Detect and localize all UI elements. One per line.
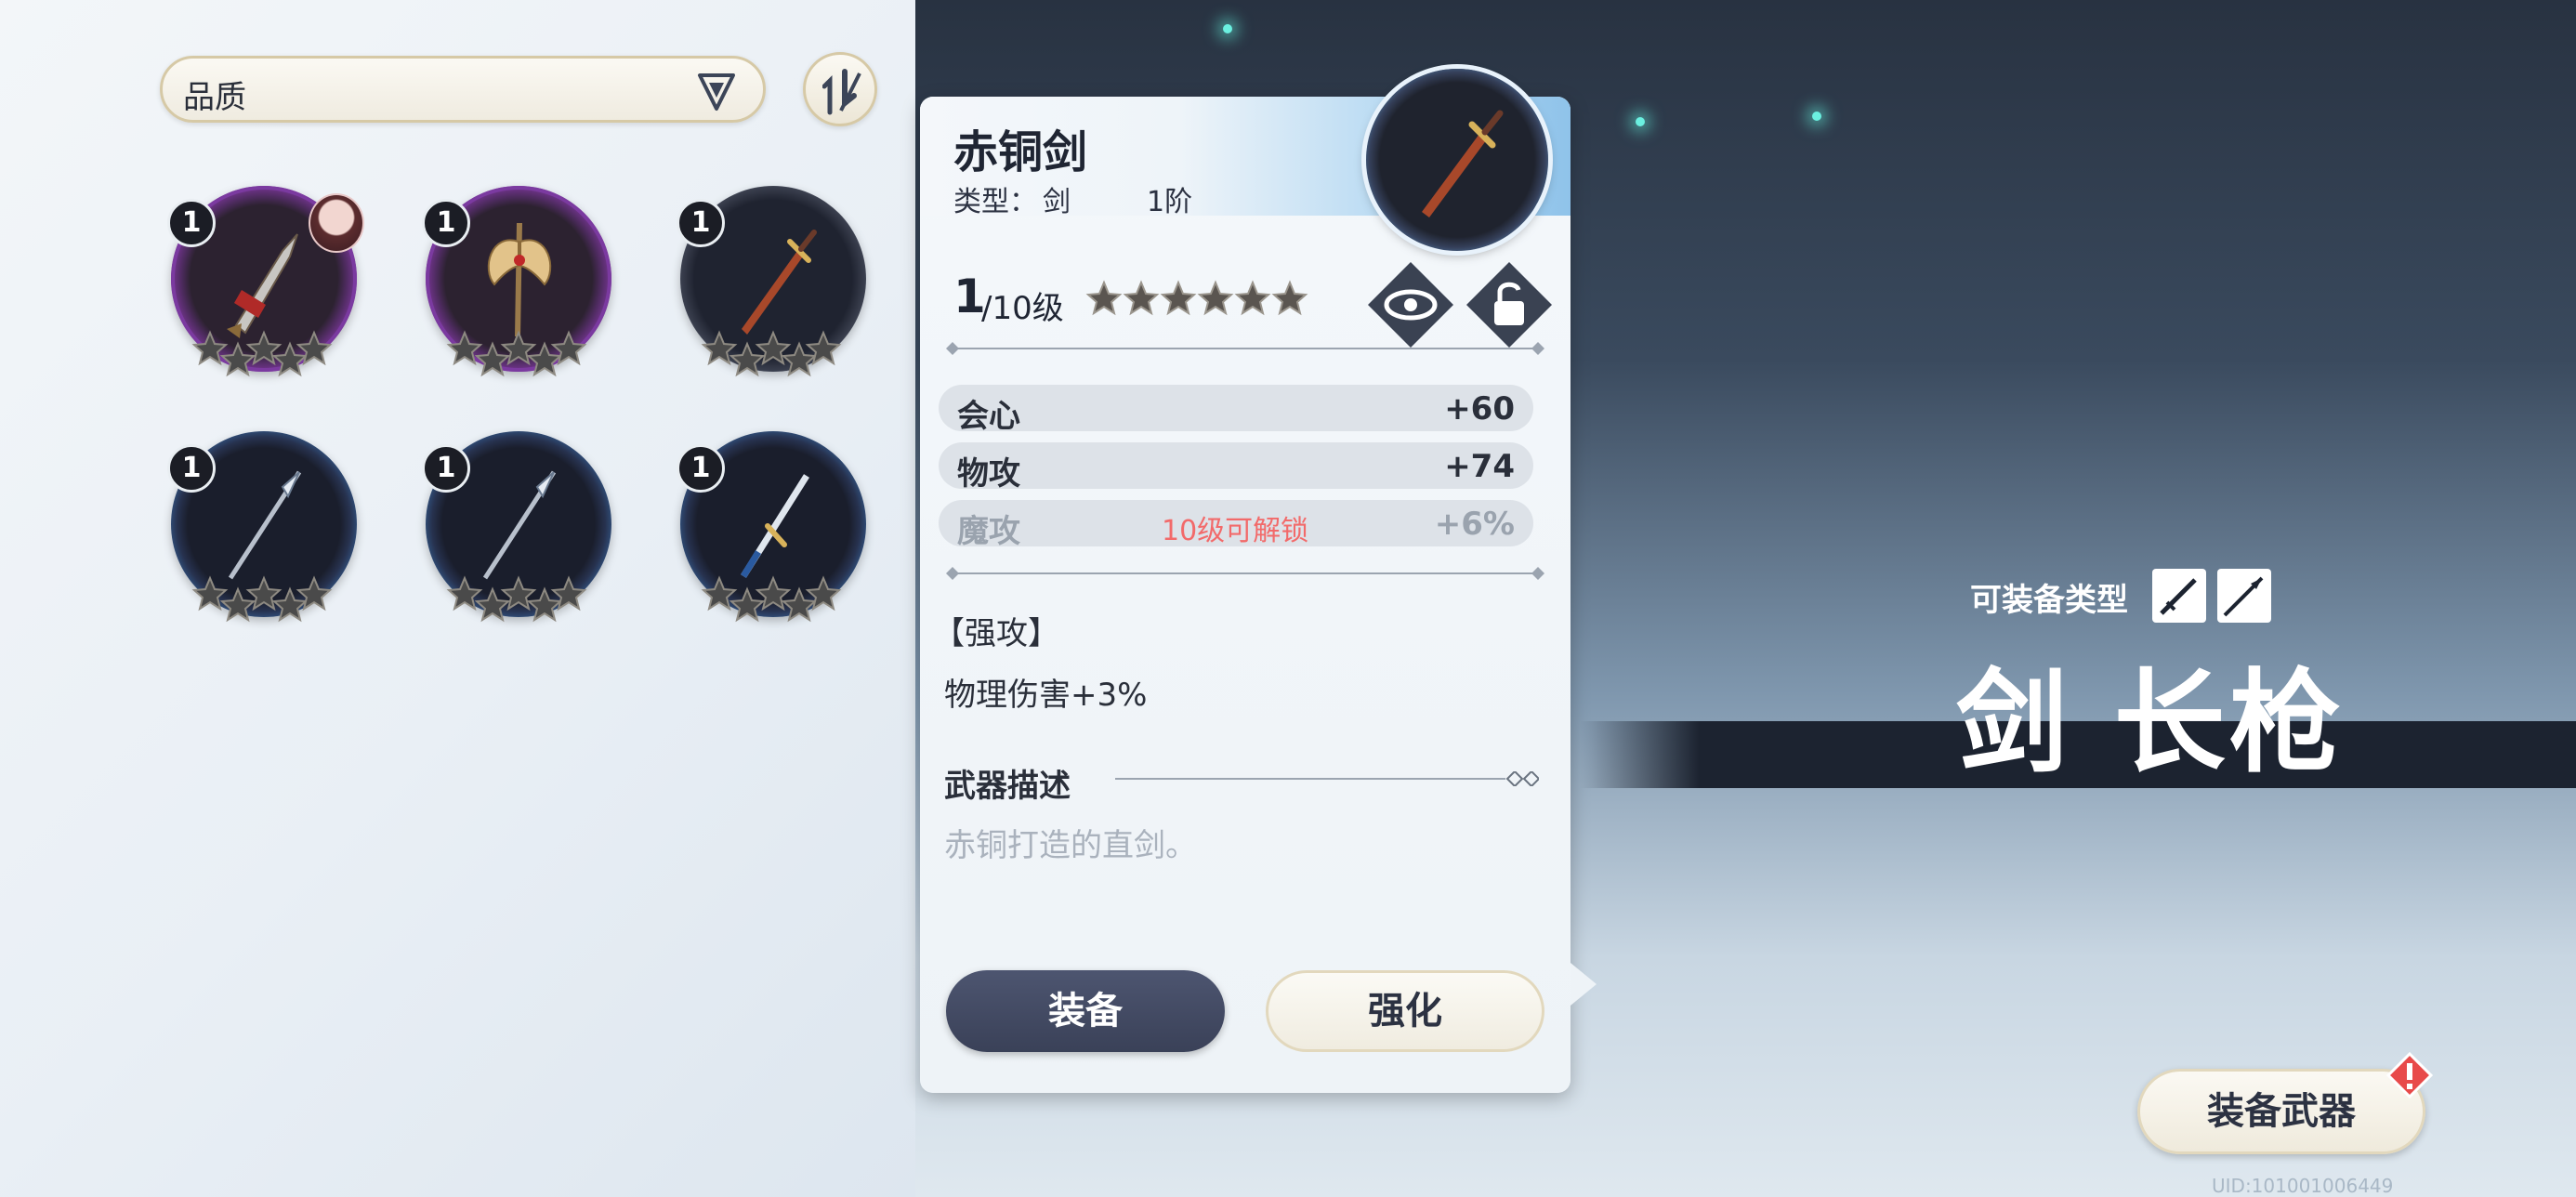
equip-button[interactable]: 装备 [946, 970, 1225, 1052]
sword-icon [741, 474, 809, 578]
stat-row-crit: 会心 +60 [939, 385, 1533, 435]
rarity-stars [191, 330, 333, 377]
filter-label: 品质 [183, 79, 246, 116]
weapon-level-badge: 1 [422, 199, 470, 247]
weapon-level-badge: 1 [167, 444, 216, 493]
inventory-panel: 品质 1 1 1 1 1 1 [0, 0, 915, 1197]
sparkle-effect [1812, 112, 1821, 121]
weapon-name: 赤铜剑 [953, 126, 1088, 178]
user-id: UID:101001006449 [2212, 1175, 2394, 1197]
weapon-slot[interactable]: 1 [167, 186, 364, 377]
sword-icon [2152, 569, 2206, 623]
weapon-level-badge: 1 [422, 444, 470, 493]
stat-row-magic-attack: 魔攻 10级可解锁 +6% [939, 500, 1533, 550]
weapon-slot[interactable]: 1 [422, 431, 611, 623]
filter-icon [698, 73, 735, 111]
weapon-slot[interactable]: 1 [167, 431, 357, 623]
rarity-stars [446, 330, 587, 377]
equippable-type-names: 剑 长枪 [1956, 659, 2345, 788]
rarity-stars [701, 330, 842, 377]
weapon-slot[interactable]: 1 [677, 186, 866, 377]
axe-icon [487, 223, 552, 336]
preview-eye-icon[interactable] [1366, 260, 1455, 349]
weapon-slot[interactable]: 1 [422, 186, 611, 377]
sparkle-effect [1636, 117, 1645, 126]
alert-icon [2386, 1052, 2433, 1098]
sort-order-button[interactable] [803, 52, 877, 126]
quality-filter-dropdown[interactable]: 品质 [160, 56, 766, 123]
upgrade-button[interactable]: 强化 [1266, 970, 1544, 1052]
sword-icon [742, 230, 817, 335]
passive-skill-title: 【强攻】 [933, 615, 1059, 652]
stat-name: 魔攻 [957, 513, 1020, 550]
weapon-level-max: /10级 [981, 290, 1064, 327]
weapon-type-label: 类型： [953, 186, 1037, 218]
rarity-stars [191, 575, 333, 623]
spear-icon [2217, 569, 2271, 623]
weapon-level-badge: 1 [677, 444, 725, 493]
weapon-slot[interactable]: 1 [677, 431, 866, 623]
equip-weapon-button[interactable]: 装备武器 [2137, 1069, 2425, 1154]
unlock-icon[interactable] [1465, 260, 1554, 349]
stat-name: 物攻 [957, 455, 1020, 493]
sort-icon [822, 69, 861, 115]
weapon-type-value: 剑 [1043, 186, 1071, 218]
stat-value: +60 [1444, 390, 1515, 428]
weapon-level-badge: 1 [677, 199, 725, 247]
rarity-stars [701, 575, 842, 623]
rarity-stars [446, 575, 587, 623]
stat-row-physical-attack: 物攻 +74 [939, 442, 1533, 493]
spear-icon [482, 470, 557, 580]
divider [946, 342, 1544, 355]
divider [946, 567, 1544, 580]
weapon-tier: 1阶 [1147, 186, 1193, 218]
tier-stars [1085, 280, 1308, 316]
stat-value: +74 [1444, 448, 1515, 485]
sparkle-effect [1223, 24, 1232, 33]
card-pointer-icon [1571, 963, 1597, 1006]
weapon-description-title: 武器描述 [944, 768, 1071, 805]
dagger-icon [227, 233, 298, 338]
weapon-description-text: 赤铜打造的直剑。 [944, 827, 1197, 864]
sword-icon [1422, 110, 1504, 217]
passive-skill-description: 物理伤害+3% [944, 677, 1148, 714]
stat-name: 会心 [957, 398, 1020, 435]
weapon-level-badge: 1 [167, 199, 216, 247]
unlock-requirement: 10级可解锁 [1162, 515, 1309, 547]
weapon-portrait [1366, 69, 1548, 251]
stat-value: +6% [1434, 506, 1515, 543]
equippable-types-label: 可装备类型 [1970, 582, 2128, 619]
equipped-character-avatar [309, 193, 364, 253]
description-divider [1115, 771, 1539, 786]
spear-icon [228, 470, 302, 580]
